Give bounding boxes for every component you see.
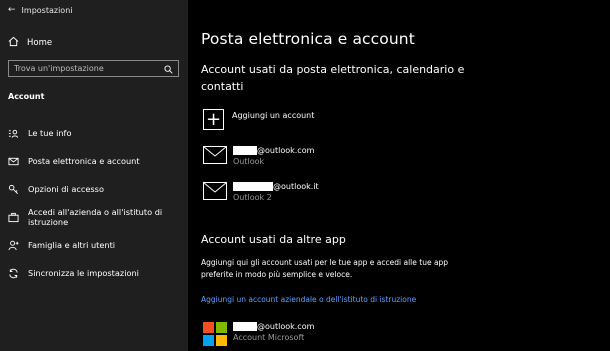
search-icon[interactable] — [164, 59, 173, 78]
home-nav-item[interactable]: Home — [8, 36, 52, 50]
sidebar-item-label: Accedi all'azienda o all'istituto di ist… — [28, 207, 163, 227]
home-label: Home — [27, 38, 53, 48]
sidebar-item-work-school[interactable]: Accedi all'azienda o all'istituto di ist… — [0, 203, 188, 231]
mail-icon — [203, 146, 227, 164]
sidebar-item-label: Posta elettronica e account — [28, 156, 140, 166]
add-account-button[interactable]: + Aggiungi un account — [203, 109, 314, 130]
person-card-icon — [8, 128, 19, 139]
account-provider: Outlook 2 — [233, 193, 272, 202]
redacted-username — [233, 182, 273, 191]
plus-icon: + — [203, 109, 224, 130]
account-provider: Outlook — [233, 157, 265, 166]
sidebar-item-label: Famiglia e altri utenti — [28, 240, 116, 250]
sidebar-item-label: Opzioni di accesso — [28, 184, 104, 194]
mail-icon — [8, 156, 19, 167]
page-title: Posta elettronica e account — [201, 30, 415, 48]
search-box[interactable] — [8, 60, 179, 77]
email-accounts-heading: Account usati da posta elettronica, cale… — [201, 63, 465, 93]
sidebar: ← Impostazioni Home Account Le tue info — [0, 0, 188, 351]
settings-window: ← Impostazioni Home Account Le tue info — [0, 0, 610, 351]
window-title: Impostazioni — [21, 5, 73, 15]
microsoft-logo-icon — [203, 322, 227, 346]
sidebar-item-sign-in-options[interactable]: Opzioni di accesso — [0, 175, 188, 203]
account-email: @outlook.it — [273, 182, 319, 191]
back-arrow-icon[interactable]: ← — [8, 5, 16, 15]
add-account-label: Aggiungi un account — [232, 111, 315, 120]
sidebar-item-email-accounts[interactable]: Posta elettronica e account — [0, 147, 188, 175]
account-email: @outlook.com — [257, 146, 315, 155]
other-apps-heading: Account usati da altre app — [201, 233, 346, 246]
search-input[interactable] — [14, 64, 164, 73]
sidebar-item-your-info[interactable]: Le tue info — [0, 119, 188, 147]
sidebar-item-label: Le tue info — [28, 128, 72, 138]
microsoft-account-item[interactable]: @outlook.com Account Microsoft — [203, 322, 314, 346]
redacted-username — [233, 322, 257, 331]
mail-icon — [203, 182, 227, 200]
main-content: Posta elettronica e account Account usat… — [188, 0, 610, 351]
redacted-username — [233, 146, 257, 155]
sidebar-item-label: Sincronizza le impostazioni — [28, 268, 139, 278]
title-bar: ← Impostazioni — [8, 5, 73, 15]
account-email: @outlook.com — [257, 322, 315, 331]
account-provider: Account Microsoft — [233, 333, 305, 342]
sync-icon — [8, 268, 19, 279]
sidebar-item-family[interactable]: Famiglia e altri utenti — [0, 231, 188, 259]
account-item[interactable]: @outlook.it Outlook 2 — [203, 182, 319, 202]
person-add-icon — [8, 240, 19, 251]
home-icon — [8, 36, 19, 50]
briefcase-icon — [8, 212, 19, 223]
sidebar-nav: Le tue info Posta elettronica e account … — [0, 119, 188, 287]
section-title: Account — [8, 92, 45, 101]
key-icon — [8, 184, 19, 195]
account-item[interactable]: @outlook.com Outlook — [203, 146, 314, 166]
other-apps-description: Aggiungi qui gli account usati per le tu… — [201, 258, 449, 279]
add-work-account-link[interactable]: Aggiungi un account aziendale o dell'ist… — [201, 295, 416, 304]
sidebar-item-sync[interactable]: Sincronizza le impostazioni — [0, 259, 188, 287]
